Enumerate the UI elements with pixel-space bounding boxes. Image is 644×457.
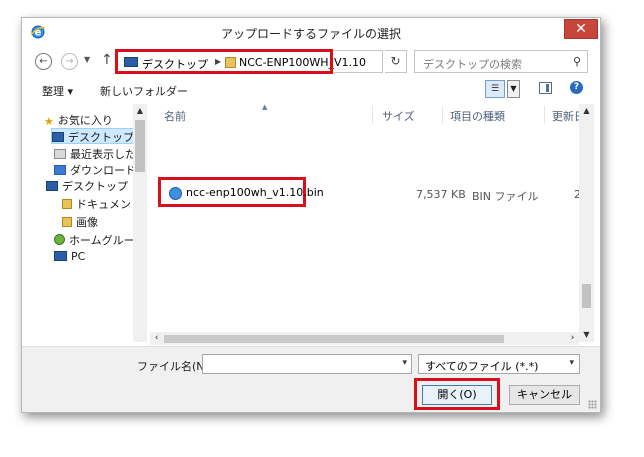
file-list: 名前 ▲ サイズ 項目の種類 更新日 ncc-enp100wh_v1.10.bi… [150,104,594,342]
sidebar-item-label: 画像 [76,216,98,229]
scroll-up-arrow-icon[interactable]: ▲ [579,104,594,118]
column-divider[interactable] [372,106,373,124]
downloads-icon [54,165,66,175]
file-size: 7,537 KB [416,188,466,201]
search-input[interactable]: デスクトップの検索 ⚲ [414,50,588,73]
sidebar-item-label: デスクトップ [62,180,128,193]
view-details-icon[interactable]: ☰ [485,80,505,98]
search-icon[interactable]: ⚲ [573,55,581,68]
command-toolbar: 整理 ▾ 新しいフォルダー ☰ ▼ ? [22,76,600,103]
sidebar-item-downloads[interactable]: ダウンロード [54,162,136,178]
file-type-value: すべてのファイル (*.*) [425,360,539,373]
file-name[interactable]: ncc-enp100wh_v1.10.bin [186,186,324,199]
sort-ascending-icon: ▲ [262,104,268,111]
file-list-horizontal-scrollbar[interactable]: ‹ › [150,332,579,345]
preview-pane-icon[interactable] [539,82,552,94]
scroll-up-arrow-icon[interactable]: ▲ [133,104,147,118]
filename-dropdown-icon[interactable]: ▾ [402,358,407,368]
scroll-right-arrow-icon[interactable]: › [566,332,579,345]
desktop-icon [46,181,58,191]
sidebar-item-desktop[interactable]: デスクトップ [46,178,128,194]
scrollbar-thumb[interactable] [582,284,591,308]
recent-places-icon [54,149,66,159]
file-type-dropdown-icon[interactable]: ▾ [569,358,574,368]
bin-file-icon [169,187,182,200]
sidebar-item-label: デスクトップ [68,131,134,144]
resize-grip-icon[interactable] [588,400,597,409]
column-header-name[interactable]: 名前 [164,108,186,124]
scrollbar-thumb[interactable] [164,335,504,343]
close-button[interactable]: ✕ [564,19,598,39]
sidebar-item-pc[interactable]: PC [54,250,85,266]
dialog-footer: ファイル名(N): ▾ すべてのファイル (*.*) ▾ 開く(O) キャンセル [22,346,600,412]
navigation-pane: ★お気に入り デスクトップ 最近表示した場所 ダウンロード デスクトップ ドキュ… [24,104,147,342]
file-list-vertical-scrollbar[interactable]: ▲ ▼ [579,104,594,342]
pc-icon [54,251,67,261]
column-divider[interactable] [442,106,443,124]
folder-icon [62,217,72,227]
organize-menu-button[interactable]: 整理 ▾ [42,83,73,99]
sidebar-item-label: PC [71,250,86,263]
desktop-icon [52,132,64,142]
forward-arrow-icon[interactable]: → [61,53,78,70]
navigation-pane-scrollbar[interactable]: ▲ [133,104,147,342]
search-placeholder: デスクトップの検索 [423,58,522,71]
title-bar: e アップロードするファイルの選択 ✕ [22,18,600,46]
dialog-title: アップロードするファイルの選択 [220,27,401,41]
new-folder-button[interactable]: 新しいフォルダー [100,83,188,99]
column-header-type[interactable]: 項目の種類 [450,108,505,124]
sidebar-item-documents[interactable]: ドキュメント [62,196,142,212]
folder-icon [62,199,72,209]
address-highlight-box [115,49,333,74]
table-row[interactable]: ncc-enp100wh_v1.10.bin 7,537 KB BIN ファイル… [150,177,594,207]
refresh-icon[interactable]: ↻ [385,50,407,73]
cancel-button[interactable]: キャンセル [509,385,580,405]
scroll-left-arrow-icon[interactable]: ‹ [150,332,163,345]
file-open-dialog: e アップロードするファイルの選択 ✕ ← → ▼ ↑ デスクトップ ▶ NCC… [21,17,601,413]
up-arrow-icon[interactable]: ↑ [101,52,113,68]
open-button[interactable]: 開く(O) [422,385,492,405]
help-icon[interactable]: ? [570,81,583,94]
scroll-down-arrow-icon[interactable]: ▼ [579,328,594,342]
sidebar-item-pictures[interactable]: 画像 [62,214,98,230]
homegroup-icon [54,234,65,245]
navigation-bar: ← → ▼ ↑ デスクトップ ▶ NCC-ENP100WH_V1.10 ▾ ↻ … [22,49,600,75]
sidebar-item-homegroup[interactable]: ホームグループ [54,232,145,248]
sidebar-item-label: ダウンロード [70,164,136,177]
scrollbar-thumb[interactable] [135,120,145,172]
back-arrow-icon[interactable]: ← [35,53,52,70]
sidebar-item-label: お気に入り [57,114,113,127]
column-divider[interactable] [544,106,545,124]
sidebar-item-desktop-favorite[interactable]: デスクトップ [51,128,141,144]
recent-locations-dropdown-icon[interactable]: ▼ [84,55,90,64]
file-highlight-box: ncc-enp100wh_v1.10.bin [158,177,324,207]
filename-input[interactable]: ▾ [202,354,412,374]
file-type-select[interactable]: すべてのファイル (*.*) ▾ [418,354,580,374]
view-options-dropdown-icon[interactable]: ▼ [507,80,520,98]
file-type: BIN ファイル [472,190,539,203]
star-icon: ★ [44,115,54,128]
sidebar-item-favorites[interactable]: ★ お気に入り [44,112,113,128]
column-header-size[interactable]: サイズ [382,108,415,124]
